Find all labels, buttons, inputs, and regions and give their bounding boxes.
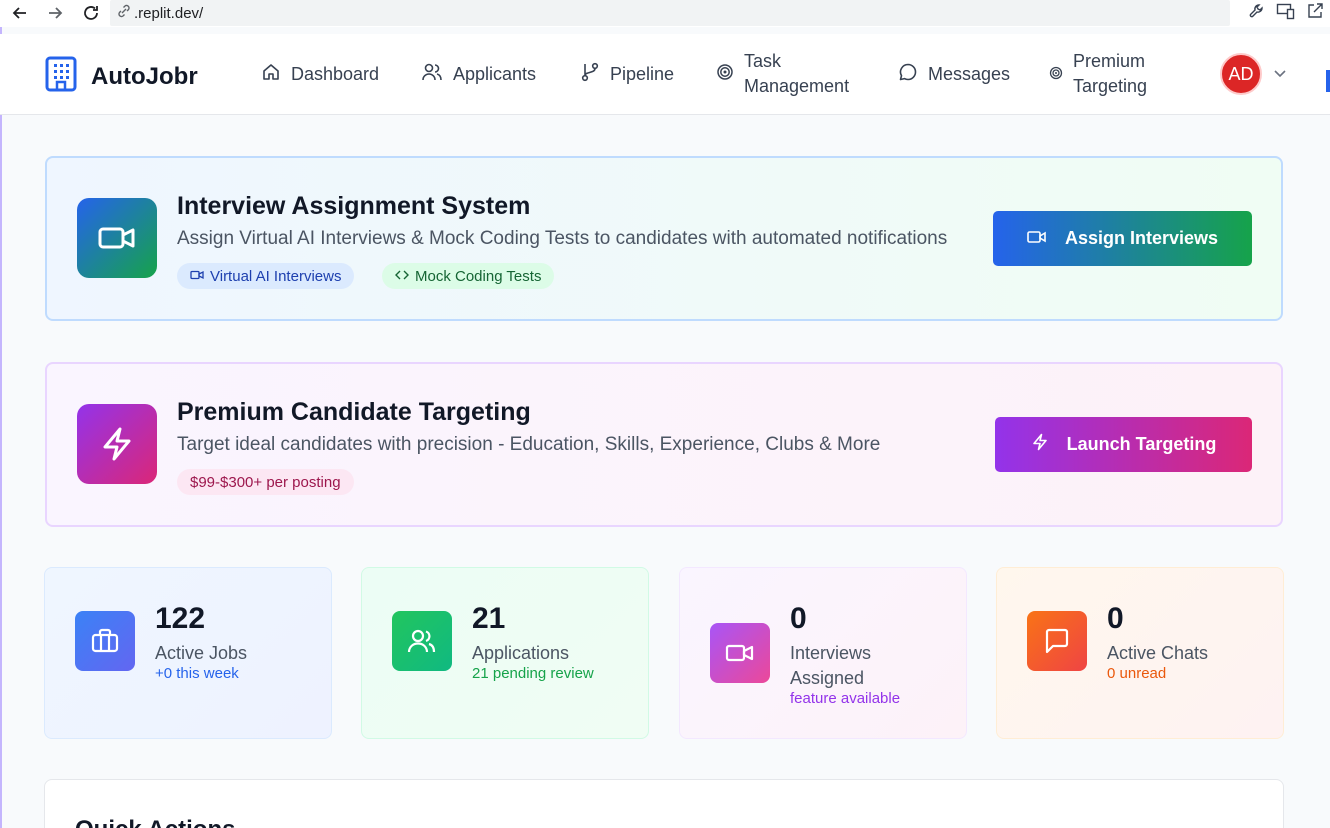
button-label: Launch Targeting [1066,434,1217,454]
section-title: Quick Actions [75,816,235,828]
browser-actions [1248,2,1324,25]
tag-label: Mock Coding Tests [415,267,542,285]
stat-value: 122 [155,602,206,635]
stat-subtext: feature available [790,690,901,707]
stat-subtext: 21 pending review [472,665,594,682]
stat-label-line: Interviews [790,643,872,663]
stat-label: Applications [472,643,570,663]
chevron-down-icon[interactable] [1272,65,1288,86]
premium-targeting-banner: Premium Candidate Targeting Target ideal… [45,362,1283,527]
site-info-icon[interactable] [116,3,132,23]
stat-value: 0 [790,602,807,635]
open-external-icon[interactable] [1306,2,1324,25]
target-icon [1049,64,1063,85]
banner-title: Premium Candidate Targeting [177,398,531,426]
price-tag: $99-$300+ per posting [177,469,354,495]
nav-label: Applicants [453,64,537,84]
reload-icon[interactable] [78,1,104,25]
tag-label: Virtual AI Interviews [210,267,342,285]
button-label: Assign Interviews [1064,228,1219,248]
users-icon [392,611,452,671]
lightning-icon [1031,433,1049,456]
video-icon [190,268,204,285]
nav-dashboard[interactable]: Dashboard [261,62,379,87]
scroll-indicator [1326,70,1330,92]
building-icon [45,56,77,97]
wrench-icon[interactable] [1248,2,1266,25]
banner-subtitle: Assign Virtual AI Interviews & Mock Codi… [177,228,948,249]
back-arrow-icon[interactable] [7,1,33,25]
active-jobs-card[interactable]: 122 Active Jobs +0 this week [44,567,332,739]
video-icon [77,198,157,278]
nav-task-management[interactable]: Task Management [716,49,854,99]
url-text: .replit.dev/ [134,4,204,22]
stat-label-line: Assigned [790,668,865,688]
devices-icon[interactable] [1276,2,1296,25]
nav-label: Messages [928,64,1011,84]
video-icon [710,623,770,683]
nav-label: Dashboard [291,64,380,84]
applications-card[interactable]: 21 Applications 21 pending review [361,567,649,739]
nav-label: Pipeline [610,64,675,84]
stat-value: 0 [1107,602,1124,635]
mock-coding-tests-tag: Mock Coding Tests [382,263,555,289]
assign-interviews-button[interactable]: Assign Interviews [993,211,1252,266]
lightning-icon [77,404,157,484]
nav-pipeline[interactable]: Pipeline [580,62,674,87]
app-name: AutoJobr [91,62,198,90]
home-icon [261,62,281,87]
virtual-ai-interviews-tag: Virtual AI Interviews [177,263,355,289]
video-icon [1027,228,1047,249]
nav-premium-targeting[interactable]: Premium Targeting [1049,49,1163,99]
briefcase-icon [75,611,135,671]
quick-actions-card: Quick Actions [44,779,1284,828]
code-icon [395,268,409,285]
interview-assignment-banner: Interview Assignment System Assign Virtu… [45,156,1283,321]
interviews-assigned-card[interactable]: 0 Interviews Assigned feature available [679,567,967,739]
user-avatar[interactable]: AD [1220,53,1262,95]
stat-label: Active Chats [1107,643,1209,663]
app-header: AutoJobr Dashboard Applicants Pipeline T… [0,34,1330,115]
stat-subtext: 0 unread [1107,665,1167,682]
banner-title: Interview Assignment System [177,192,531,220]
message-circle-icon [898,62,918,87]
users-icon [421,62,443,87]
nav-label: Task Management [744,51,850,96]
active-chats-card[interactable]: 0 Active Chats 0 unread [996,567,1284,739]
target-icon [716,63,734,86]
stat-subtext: +0 this week [155,665,239,682]
stat-label: Active Jobs [155,643,248,663]
git-branch-icon [580,62,600,87]
nav-label: Premium Targeting [1073,51,1148,96]
nav-applicants[interactable]: Applicants [421,62,536,87]
stat-value: 21 [472,602,506,635]
forward-arrow-icon[interactable] [42,1,68,25]
stat-label: Interviews Assigned [790,641,871,691]
message-square-icon [1027,611,1087,671]
browser-toolbar: .replit.dev/ [0,0,1330,27]
app-logo[interactable]: AutoJobr [45,56,198,97]
nav-messages[interactable]: Messages [898,62,1010,87]
address-bar[interactable]: .replit.dev/ [110,0,1230,26]
window-edge [0,27,2,828]
launch-targeting-button[interactable]: Launch Targeting [995,417,1252,472]
banner-subtitle: Target ideal candidates with precision -… [177,434,881,455]
